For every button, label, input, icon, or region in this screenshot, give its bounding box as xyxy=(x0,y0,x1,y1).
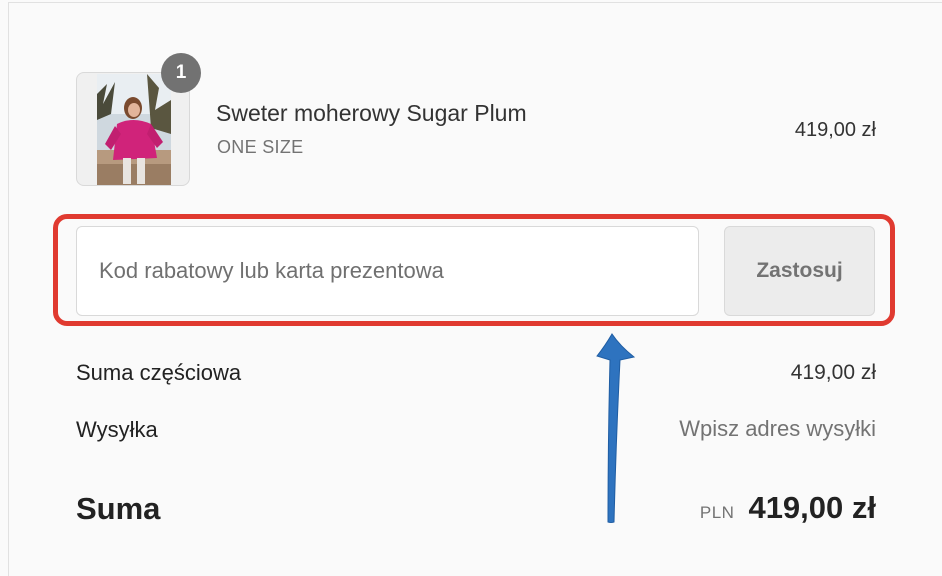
total-amount: PLN 419,00 zł xyxy=(700,490,876,526)
product-price: 419,00 zł xyxy=(794,119,876,141)
product-variant: ONE SIZE xyxy=(217,137,304,157)
subtotal-label: Suma częściowa xyxy=(76,360,242,385)
quantity-badge: 1 xyxy=(161,53,201,93)
total-label: Suma xyxy=(76,491,161,526)
currency-code: PLN xyxy=(699,503,735,522)
product-name: Sweter moherowy Sugar Plum xyxy=(216,100,527,126)
total-value: 419,00 zł xyxy=(748,490,876,525)
shipping-value: Wpisz adres wysyłki xyxy=(679,416,876,441)
highlight-box xyxy=(53,214,895,326)
subtotal-value: 419,00 zł xyxy=(790,361,876,384)
shipping-label: Wysyłka xyxy=(76,417,158,442)
product-photo xyxy=(97,74,171,185)
